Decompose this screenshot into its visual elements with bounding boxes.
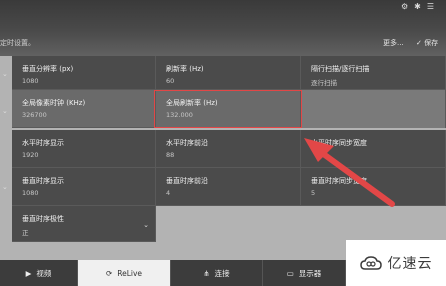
watermark-logo: 亿速云 (346, 240, 446, 286)
monitor-icon: ▭ (286, 268, 294, 278)
tab-relive[interactable]: ⟳ ReLive (78, 260, 171, 286)
tab-label: 连接 (214, 268, 230, 278)
tab-connect[interactable]: ⋔ 连接 (171, 260, 263, 286)
relive-icon: ⟳ (105, 268, 113, 278)
tab-display[interactable]: ▭ 显示器 (263, 260, 346, 286)
tab-video[interactable]: ▶ 视频 (0, 260, 78, 286)
arrow-shaft (315, 147, 395, 207)
tab-label: 显示器 (298, 268, 322, 278)
watermark-text: 亿速云 (387, 256, 433, 272)
tab-label: ReLive (117, 268, 143, 278)
play-icon: ▶ (25, 268, 32, 278)
tab-label: 视频 (36, 268, 52, 278)
cloud-icon (359, 256, 382, 270)
share-icon: ⋔ (203, 268, 210, 278)
